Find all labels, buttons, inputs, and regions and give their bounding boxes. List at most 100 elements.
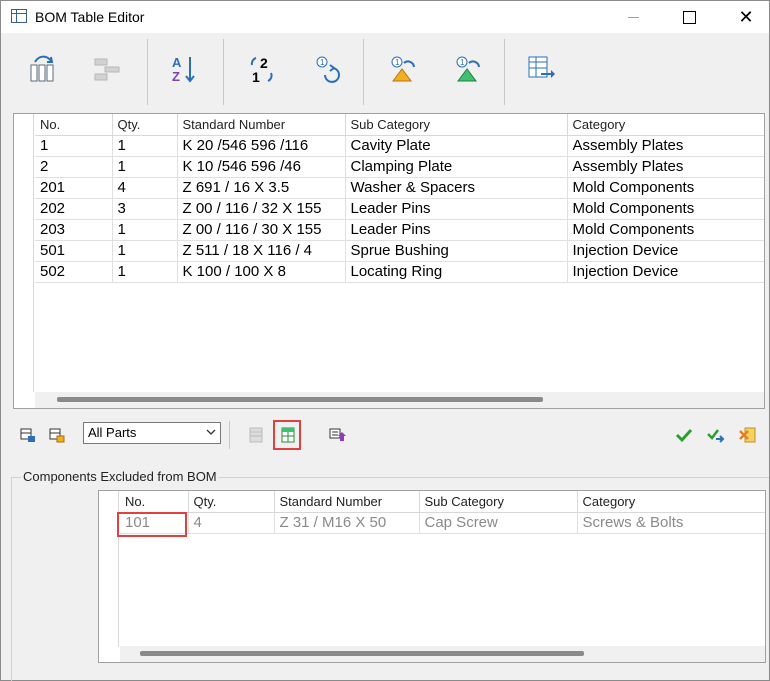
cell-qty[interactable]: 1: [112, 240, 178, 262]
cell-no[interactable]: 501: [35, 240, 113, 262]
table-row[interactable]: 101 4 Z 31 / M16 X 50 Cap Screw Screws & Bol…: [120, 512, 765, 534]
bom-tree-icon[interactable]: [87, 47, 127, 91]
scrollbar-thumb[interactable]: [140, 651, 584, 656]
bom-columns-icon[interactable]: [23, 47, 63, 91]
title-bar: BOM Table Editor ✕: [1, 1, 769, 33]
cell-sub-category[interactable]: Leader Pins: [345, 219, 568, 241]
filter-toolbar: All Parts: [1, 413, 769, 457]
cell-standard-number[interactable]: Z 00 / 116 / 32 X 155: [177, 198, 346, 220]
cell-qty[interactable]: 1: [112, 261, 178, 283]
bom-table[interactable]: No. Qty. Standard Number Sub Category Ca…: [13, 113, 765, 409]
move-to-bom-icon[interactable]: [245, 424, 267, 446]
cell-qty[interactable]: 3: [112, 198, 178, 220]
cell-sub-category[interactable]: Washer & Spacers: [345, 177, 568, 199]
row-header-column: [99, 491, 119, 647]
bom-editor-window: BOM Table Editor ✕ A Z 2 1 1 1 1 No. Qty…: [0, 0, 770, 681]
column-header-standard-number[interactable]: Standard Number: [177, 114, 346, 136]
cell-no[interactable]: 203: [35, 219, 113, 241]
cell-qty[interactable]: 1: [112, 156, 178, 178]
column-header-no[interactable]: No.: [35, 114, 113, 136]
cell-qty[interactable]: 1: [112, 135, 178, 157]
toolbar-separator: [363, 39, 364, 105]
minimize-button[interactable]: [611, 1, 657, 33]
cell-standard-number[interactable]: K 10 /546 596 /46: [177, 156, 346, 178]
renumber-icon[interactable]: 2 1: [241, 47, 281, 91]
cell-sub-category[interactable]: Cavity Plate: [345, 135, 568, 157]
cancel-icon[interactable]: [737, 424, 759, 446]
column-header-standard-number[interactable]: Standard Number: [274, 491, 420, 513]
column-header-no[interactable]: No.: [120, 491, 189, 513]
table-icon: [11, 9, 27, 23]
apply-icon[interactable]: [705, 424, 727, 446]
ok-check-icon[interactable]: [673, 424, 695, 446]
table-header-row: No. Qty. Standard Number Sub Category Ca…: [35, 114, 764, 136]
horizontal-scrollbar[interactable]: [120, 646, 765, 662]
column-header-category[interactable]: Category: [577, 491, 765, 513]
parts-filter-value: All Parts: [88, 425, 137, 440]
highlight-box: [117, 512, 187, 537]
cell-category[interactable]: Assembly Plates: [567, 135, 764, 157]
excluded-table[interactable]: No. Qty. Standard Number Sub Category Ca…: [98, 490, 766, 663]
table-row[interactable]: 502 1 K 100 / 100 X 8 Locating Ring Injectio…: [35, 261, 764, 283]
table-row[interactable]: 501 1 Z 511 / 18 X 116 / 4 Sprue Bushing Inj…: [35, 240, 764, 262]
svg-text:1: 1: [460, 58, 465, 67]
export-table-icon[interactable]: [521, 47, 561, 91]
horizontal-scrollbar[interactable]: [35, 392, 764, 408]
table-row[interactable]: 201 4 Z 691 / 16 X 3.5 Washer & Spacers Mold…: [35, 177, 764, 199]
excluded-group-label: Components Excluded from BOM: [21, 469, 219, 484]
table-row[interactable]: 203 1 Z 00 / 116 / 30 X 155 Leader Pins Mold…: [35, 219, 764, 241]
find-previous-icon[interactable]: 1: [382, 47, 422, 91]
cell-no[interactable]: 201: [35, 177, 113, 199]
exclude-part-icon[interactable]: [46, 424, 68, 446]
cell-standard-number[interactable]: Z 00 / 116 / 30 X 155: [177, 219, 346, 241]
cell-qty[interactable]: 1: [112, 219, 178, 241]
cell-standard-number[interactable]: K 100 / 100 X 8: [177, 261, 346, 283]
sort-az-icon[interactable]: A Z: [163, 47, 203, 91]
maximize-button[interactable]: [666, 1, 712, 33]
toolbar-separator: [147, 39, 148, 105]
cell-no[interactable]: 502: [35, 261, 113, 283]
cell-sub-category[interactable]: Clamping Plate: [345, 156, 568, 178]
table-row[interactable]: 21K 10 /546 596 /46 Clamping Plate Assembl…: [35, 156, 764, 178]
column-header-qty[interactable]: Qty.: [112, 114, 178, 136]
column-header-sub-category[interactable]: Sub Category: [345, 114, 568, 136]
find-next-icon[interactable]: 1: [447, 47, 487, 91]
cell-category[interactable]: Injection Device: [567, 240, 764, 262]
cell-category[interactable]: Mold Components: [567, 219, 764, 241]
cell-no[interactable]: 202: [35, 198, 113, 220]
cell-standard-number[interactable]: Z 31 / M16 X 50: [274, 512, 420, 534]
cell-category[interactable]: Assembly Plates: [567, 156, 764, 178]
include-part-icon[interactable]: [17, 424, 39, 446]
row-header-column: [14, 114, 34, 392]
cell-category[interactable]: Mold Components: [567, 198, 764, 220]
properties-icon[interactable]: [326, 424, 348, 446]
svg-text:1: 1: [252, 69, 260, 85]
cell-category[interactable]: Screws & Bolts: [577, 512, 765, 534]
svg-text:1: 1: [395, 58, 400, 67]
cell-standard-number[interactable]: Z 691 / 16 X 3.5: [177, 177, 346, 199]
column-header-category[interactable]: Category: [567, 114, 764, 136]
parts-filter-dropdown[interactable]: All Parts: [83, 422, 221, 444]
main-toolbar: A Z 2 1 1 1 1: [1, 37, 769, 107]
cell-qty[interactable]: 4: [112, 177, 178, 199]
column-header-sub-category[interactable]: Sub Category: [419, 491, 578, 513]
svg-text:1: 1: [320, 58, 325, 67]
cell-sub-category[interactable]: Sprue Bushing: [345, 240, 568, 262]
cell-sub-category[interactable]: Leader Pins: [345, 198, 568, 220]
cell-sub-category[interactable]: Cap Screw: [419, 512, 578, 534]
cell-qty[interactable]: 4: [188, 512, 275, 534]
cell-no[interactable]: 2: [35, 156, 113, 178]
cell-category[interactable]: Mold Components: [567, 177, 764, 199]
cell-sub-category[interactable]: Locating Ring: [345, 261, 568, 283]
refresh-numbering-icon[interactable]: 1: [307, 47, 347, 91]
toolbar-separator: [223, 39, 224, 105]
cell-standard-number[interactable]: K 20 /546 596 /116: [177, 135, 346, 157]
cell-category[interactable]: Injection Device: [567, 261, 764, 283]
scrollbar-thumb[interactable]: [57, 397, 543, 402]
cell-standard-number[interactable]: Z 511 / 18 X 116 / 4: [177, 240, 346, 262]
table-row[interactable]: 11K 20 /546 596 /116 Cavity Plate Assembly…: [35, 135, 764, 157]
close-button[interactable]: ✕: [723, 1, 769, 33]
cell-no[interactable]: 1: [35, 135, 113, 157]
column-header-qty[interactable]: Qty.: [188, 491, 275, 513]
table-row[interactable]: 202 3 Z 00 / 116 / 32 X 155 Leader Pins Mold…: [35, 198, 764, 220]
